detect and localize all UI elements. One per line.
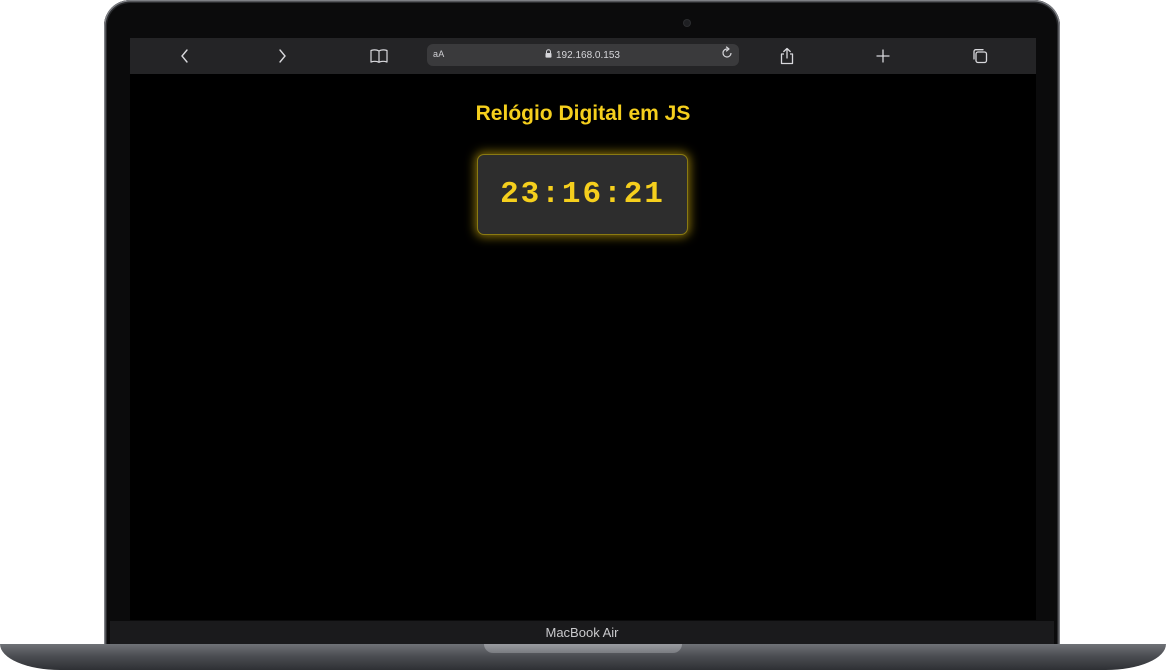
- chevron-left-icon: [179, 48, 191, 64]
- browser-toolbar: aA 192.168.0.153: [130, 38, 1036, 74]
- digital-clock: 23:16:21: [477, 154, 688, 235]
- model-label: MacBook Air: [545, 625, 619, 640]
- share-icon: [779, 47, 795, 65]
- page-title: Relógio Digital em JS: [475, 102, 691, 125]
- new-tab-button[interactable]: [871, 44, 895, 68]
- plus-icon: [875, 48, 891, 64]
- browser-window: aA 192.168.0.153 Relógio Digital em JS 2…: [130, 38, 1036, 620]
- tabs-icon: [971, 47, 989, 65]
- text-size-button[interactable]: aA: [433, 49, 444, 59]
- book-icon: [369, 48, 389, 64]
- forward-button[interactable]: [270, 44, 294, 68]
- reload-button[interactable]: [719, 45, 735, 65]
- back-button[interactable]: [173, 44, 197, 68]
- laptop-notch: [484, 644, 682, 653]
- url-text: 192.168.0.153: [556, 49, 620, 61]
- laptop-mockup: aA 192.168.0.153 Relógio Digital em JS 2…: [0, 0, 1166, 670]
- tabs-overview-button[interactable]: [968, 44, 992, 68]
- chevron-right-icon: [276, 48, 288, 64]
- reload-icon: [720, 45, 734, 65]
- url-display[interactable]: 192.168.0.153: [545, 49, 620, 61]
- camera: [684, 20, 690, 26]
- share-button[interactable]: [775, 44, 799, 68]
- bookmarks-button[interactable]: [367, 44, 391, 68]
- address-bar[interactable]: aA 192.168.0.153: [427, 44, 739, 66]
- screen-bezel-bottom: MacBook Air: [110, 621, 1054, 645]
- clock-time: 23:16:21: [500, 177, 665, 212]
- lock-icon: [545, 49, 552, 61]
